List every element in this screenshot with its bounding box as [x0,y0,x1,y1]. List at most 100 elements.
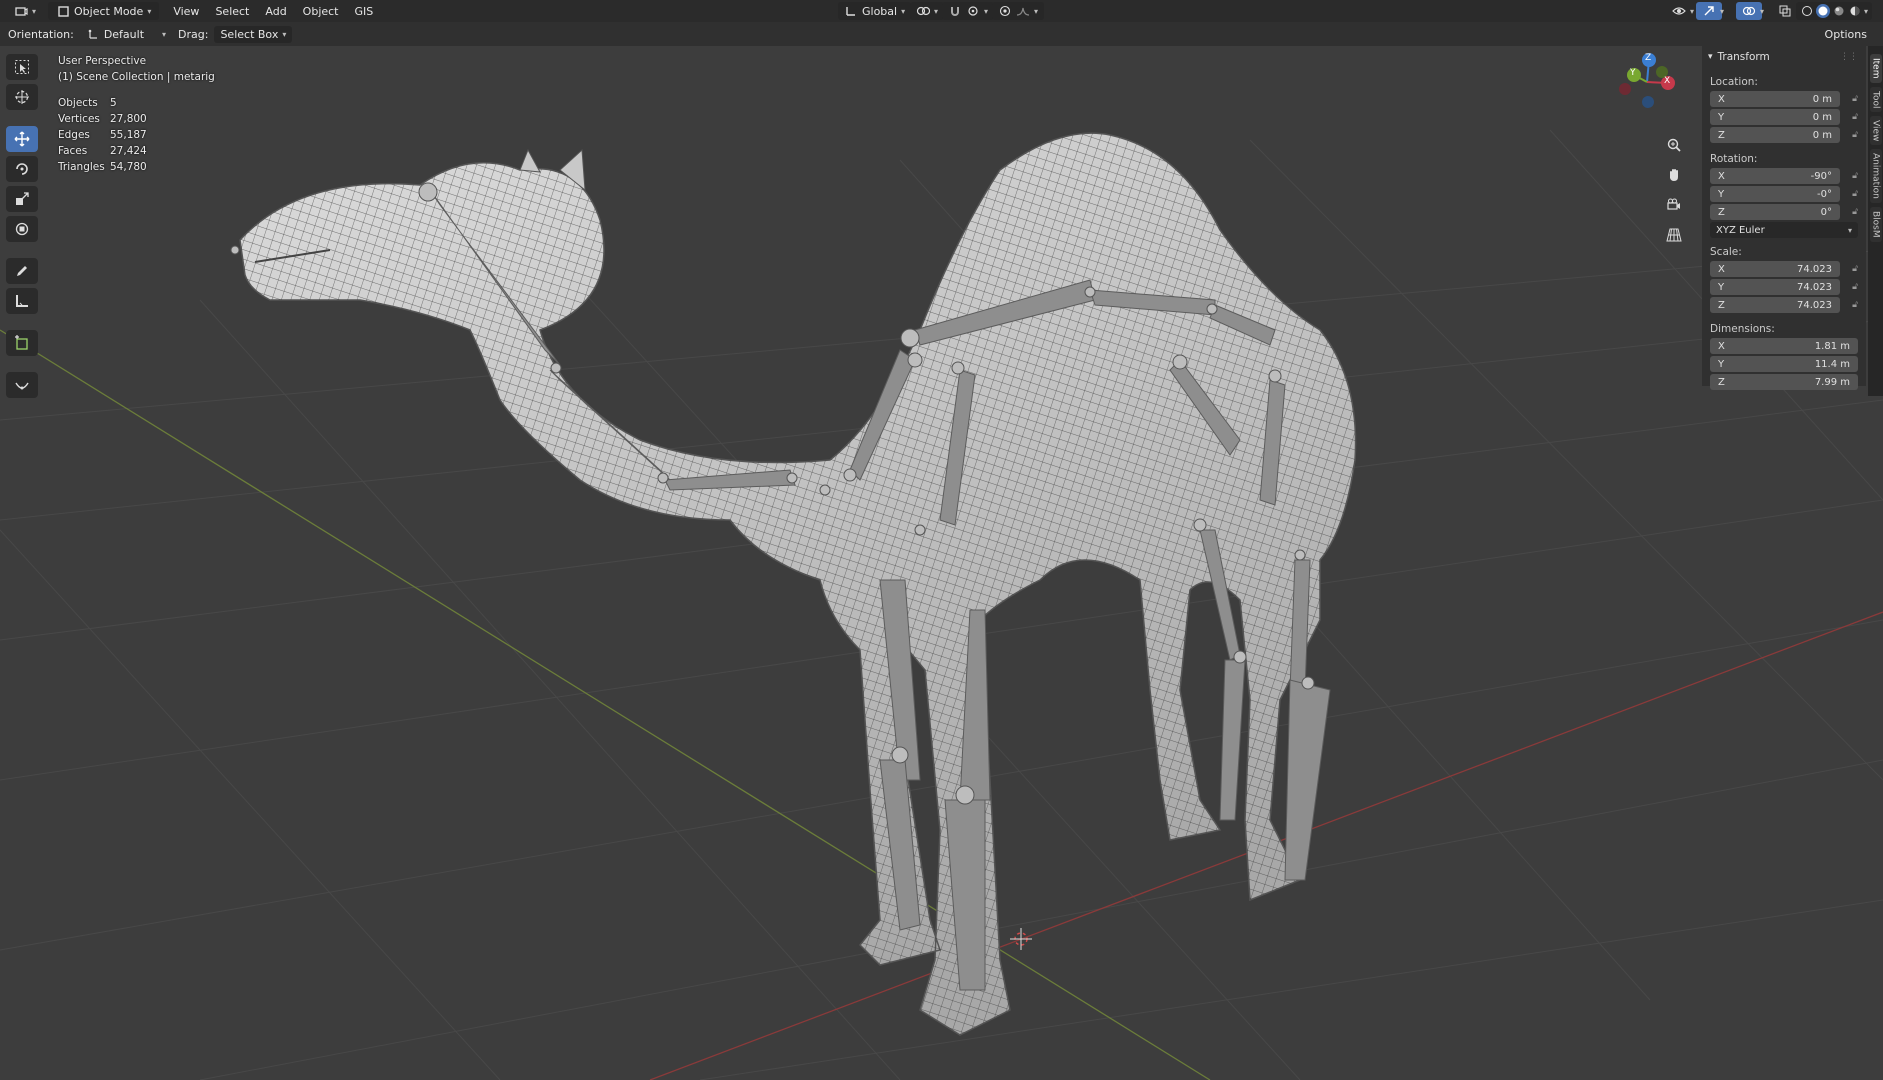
dimensions-x-field[interactable]: X 1.81 m [1710,338,1858,354]
shading-mode-group[interactable]: ▾ [1796,2,1873,20]
overlays-toggle[interactable] [1736,2,1762,20]
active-collection: (1) Scene Collection | metarig [58,71,215,83]
select-box-tool[interactable] [6,54,38,80]
menu-select[interactable]: Select [207,3,257,20]
add-cube-tool[interactable] [6,330,38,356]
lock-icon[interactable]: 🔓︎ [1840,112,1858,122]
chevron-down-icon: ▾ [282,29,287,39]
zoom-button[interactable] [1662,133,1686,157]
orientation-dropdown[interactable]: Default ▾ [80,25,172,43]
stat-label: Objects [58,97,98,109]
cursor-icon [15,90,29,104]
rendered-shading-icon[interactable] [1848,4,1862,18]
falloff-curve-icon [1016,4,1030,18]
camera-view-button[interactable] [1662,193,1686,217]
axis-label: X [1718,340,1725,352]
stat-label: Faces [58,145,88,157]
drag-dropdown[interactable]: Select Box ▾ [214,25,293,43]
location-x-field[interactable]: X 0 m [1710,91,1840,107]
scale-x-value: 74.023 [1797,263,1832,275]
measure-tool[interactable] [6,288,38,314]
navigation-gizmo[interactable]: Z X Y [1610,50,1680,120]
rotation-mode-value: XYZ Euler [1716,224,1765,236]
rotation-mode-dropdown[interactable]: XYZ Euler ▾ [1710,222,1858,238]
view-name: User Perspective [58,55,147,67]
axis-label: Y [1718,188,1725,200]
transform-orientation-dropdown[interactable]: Global ▾ [838,2,912,20]
dimensions-z-field[interactable]: Z 7.99 m [1710,374,1858,390]
cursor-tool[interactable] [6,84,38,110]
dimensions-z-row: Z 7.99 m [1710,374,1858,390]
3d-viewport[interactable]: Z X Y [0,46,1883,1080]
menu-view[interactable]: View [165,3,207,20]
location-y-field[interactable]: Y 0 m [1710,109,1840,125]
tab-view[interactable]: View [1869,115,1882,146]
editor-type-button[interactable]: ▾ [8,2,42,20]
chevron-down-icon[interactable]: ▾ [1760,7,1764,16]
lock-icon[interactable]: 🔓︎ [1840,264,1858,274]
rotate-tool[interactable] [6,156,38,182]
location-x-value: 0 m [1812,93,1832,105]
menu-add[interactable]: Add [257,3,294,20]
annotate-tool[interactable] [6,258,38,284]
location-label: Location: [1710,76,1758,88]
material-shading-icon[interactable] [1832,4,1846,18]
xray-toggle-icon[interactable] [1778,4,1792,18]
lock-icon[interactable]: 🔓︎ [1840,207,1858,217]
scale-z-value: 74.023 [1797,299,1832,311]
solid-shading-icon[interactable] [1816,4,1830,18]
dimensions-y-field[interactable]: Y 11.4 m [1710,356,1858,372]
move-tool[interactable] [6,126,38,152]
transform-panel-header[interactable]: ▾ Transform ⋮⋮ [1702,46,1866,68]
perspective-toggle-button[interactable] [1662,223,1686,247]
tab-tool[interactable]: Tool [1869,86,1882,112]
chevron-down-icon: ▾ [1690,6,1695,16]
lock-icon[interactable]: 🔓︎ [1840,130,1858,140]
transform-tool[interactable] [6,216,38,242]
lock-icon[interactable]: 🔓︎ [1840,94,1858,104]
visibility-dropdown[interactable]: ▾ [1666,2,1700,20]
proportional-editing-toggle[interactable]: ▾ [992,2,1045,20]
rotation-x-field[interactable]: X -90° [1710,168,1840,184]
options-dropdown[interactable]: Options [1819,26,1873,43]
lock-icon[interactable]: 🔓︎ [1840,282,1858,292]
scale-y-field[interactable]: Y 74.023 [1710,279,1840,295]
tab-animation[interactable]: Animation [1869,149,1882,204]
scale-z-field[interactable]: Z 74.023 [1710,297,1840,313]
pan-button[interactable] [1662,163,1686,187]
tab-item[interactable]: Item [1869,54,1882,83]
scale-tool[interactable] [6,186,38,212]
wireframe-shading-icon[interactable] [1800,4,1814,18]
chevron-down-icon[interactable]: ▾ [1720,7,1724,16]
rotation-x-row: X -90° 🔓︎ [1710,168,1858,184]
axis-label: X [1718,93,1725,105]
menu-gis[interactable]: GIS [347,3,382,20]
stat-label: Vertices [58,113,100,125]
rotation-y-field[interactable]: Y -0° [1710,186,1840,202]
axis-label: X [1718,170,1725,182]
rotation-z-field[interactable]: Z 0° [1710,204,1840,220]
drag-handle-icon[interactable]: ⋮⋮ [1840,52,1858,62]
dimensions-label: Dimensions: [1710,323,1775,335]
lock-icon[interactable]: 🔓︎ [1840,171,1858,181]
snap-toggle[interactable]: ▾ [942,2,995,20]
pivot-point-dropdown[interactable]: ▾ [910,2,945,20]
lock-icon[interactable]: 🔓︎ [1840,300,1858,310]
scale-x-field[interactable]: X 74.023 [1710,261,1840,277]
rotation-z-value: 0° [1820,206,1832,218]
location-z-field[interactable]: Z 0 m [1710,127,1840,143]
orientation-value: Default [103,27,145,41]
mode-dropdown[interactable]: Object Mode ▾ [48,2,160,20]
mode-label: Object Mode [74,4,144,18]
menu-object[interactable]: Object [295,3,347,20]
axis-label: Z [1718,206,1725,218]
scale-x-row: X 74.023 🔓︎ [1710,261,1858,277]
panel-title: Transform [1717,51,1770,63]
curve-tool[interactable] [6,372,38,398]
lock-icon[interactable]: 🔓︎ [1840,189,1858,199]
gizmo-toggle[interactable] [1696,2,1722,20]
location-y-row: Y 0 m 🔓︎ [1710,109,1858,125]
chevron-down-icon: ▾ [1864,6,1869,16]
scale-icon [16,192,29,205]
tab-blosm[interactable]: BlosM [1869,207,1882,242]
